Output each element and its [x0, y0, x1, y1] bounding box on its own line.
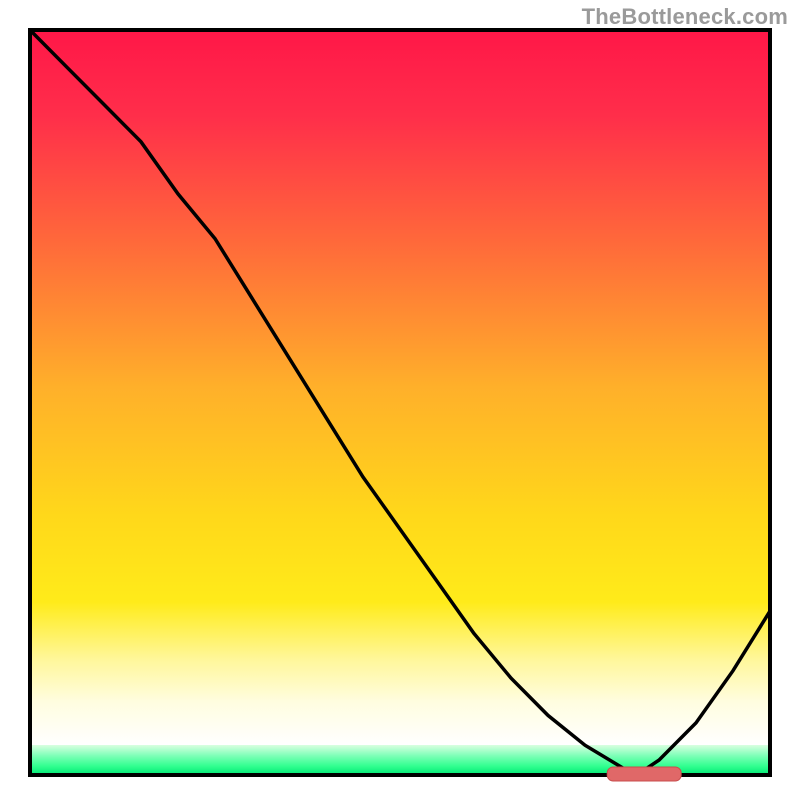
- gradient-background: [30, 30, 770, 745]
- watermark-text: TheBottleneck.com: [582, 4, 788, 30]
- plot-area: [30, 30, 770, 781]
- minimum-marker: [607, 767, 681, 781]
- chart-container: TheBottleneck.com: [0, 0, 800, 800]
- chart-svg: [0, 0, 800, 800]
